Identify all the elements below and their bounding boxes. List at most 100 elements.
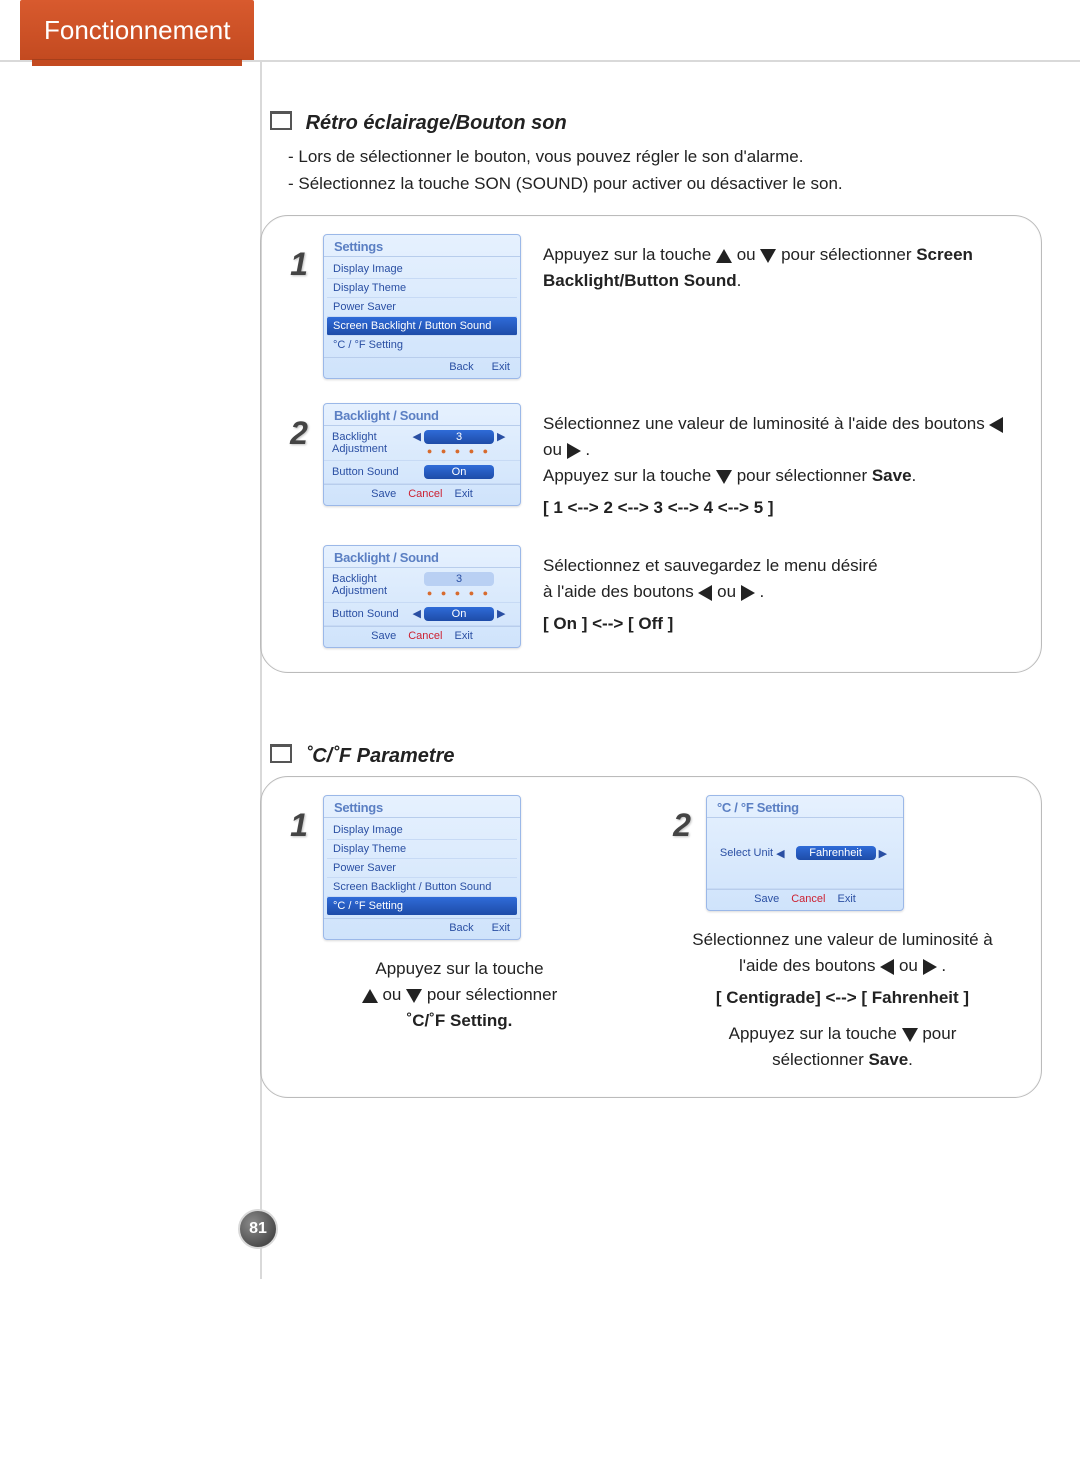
- menu-footer: Save Cancel Exit: [324, 626, 520, 647]
- menu-footer: Back Exit: [324, 357, 520, 378]
- screen-backlight-sound-1: Backlight / Sound Backlight Adjustment ◀…: [323, 403, 521, 506]
- card-cf: 1 Settings Display Image Display Theme P…: [260, 776, 1042, 1098]
- backlight-row: Backlight Adjustment 3 ● ● ● ● ●: [324, 568, 520, 603]
- back-label: Back: [449, 922, 473, 934]
- col2-desc: Sélectionnez une valeur de luminosité à …: [692, 927, 993, 1073]
- menu-item: Display Theme: [327, 840, 517, 859]
- sequence-text: [ 1 <--> 2 <--> 3 <--> 4 <--> 5 ]: [543, 495, 1021, 521]
- text: ou: [382, 985, 406, 1004]
- menu-item: °C / °F Setting: [327, 336, 517, 354]
- triangle-left-icon: ◀: [413, 607, 421, 620]
- menu-item: Power Saver: [327, 859, 517, 878]
- save-label: Save: [754, 893, 779, 905]
- select-label: Select Unit: [720, 847, 773, 859]
- intro-line-2: - Sélectionnez la touche SON (SOUND) pou…: [288, 170, 1060, 197]
- text: ou: [899, 956, 923, 975]
- select-unit-row: Select Unit ◀ Fahrenheit ▶: [707, 818, 903, 889]
- step-2-row: 2 Backlight / Sound Backlight Adjustment…: [281, 403, 1021, 521]
- sound-label: Button Sound: [332, 466, 406, 478]
- triangle-down-icon: [760, 249, 776, 263]
- text: sélectionner: [772, 1050, 868, 1069]
- triangle-right-icon: [923, 959, 937, 975]
- menu-item: Display Image: [327, 821, 517, 840]
- text: .: [908, 1050, 913, 1069]
- text: à l'aide des boutons: [543, 582, 698, 601]
- two-column-layout: 1 Settings Display Image Display Theme P…: [281, 795, 1021, 1073]
- exit-label: Exit: [492, 922, 510, 934]
- text: Sélectionnez une valeur de luminosité à: [692, 927, 993, 953]
- triangle-left-icon: ◀: [413, 430, 421, 443]
- level-dots-icon: ● ● ● ● ●: [406, 588, 512, 598]
- text: Appuyez sur la touche: [543, 466, 716, 485]
- section-title-text: ˚C/˚F Parametre: [306, 745, 455, 767]
- triangle-down-icon: [902, 1028, 918, 1042]
- triangle-right-icon: ▶: [497, 607, 505, 620]
- triangle-right-icon: ▶: [497, 430, 505, 443]
- text: Appuyez sur la touche: [362, 956, 558, 982]
- text: .: [737, 271, 742, 290]
- step-1-desc: Appuyez sur la touche ou pour sélectionn…: [521, 234, 1021, 294]
- text: pour sélectionner: [427, 985, 557, 1004]
- menu-list: Display Image Display Theme Power Saver …: [324, 257, 520, 357]
- screen-title: Settings: [324, 235, 520, 257]
- menu-footer: Save Cancel Exit: [707, 889, 903, 910]
- text: l'aide des boutons: [739, 956, 880, 975]
- cancel-label: Cancel: [791, 893, 825, 905]
- back-label: Back: [449, 361, 473, 373]
- text: pour sélectionner: [781, 245, 916, 264]
- bold-text: Save: [872, 466, 912, 485]
- step-3-row: Backlight / Sound Backlight Adjustment 3…: [281, 545, 1021, 648]
- text: Sélectionnez une valeur de luminosité à …: [543, 414, 989, 433]
- menu-footer: Back Exit: [324, 918, 520, 939]
- bold-text: Save: [868, 1050, 908, 1069]
- triangle-left-icon: [698, 585, 712, 601]
- step-number: 2: [664, 807, 700, 844]
- content-column: Rétro éclairage/Bouton son - Lors de sél…: [260, 110, 1060, 1128]
- triangle-down-icon: [406, 989, 422, 1003]
- text: Sélectionnez et sauvegardez le menu dési…: [543, 553, 1021, 579]
- cancel-label: Cancel: [408, 488, 442, 500]
- level-dots-icon: ● ● ● ● ●: [406, 446, 512, 456]
- exit-label: Exit: [454, 488, 472, 500]
- screen-title: Settings: [324, 796, 520, 818]
- col-2: 2 °C / °F Setting Select Unit ◀ Fahrenhe…: [664, 795, 1021, 1073]
- cancel-label: Cancel: [408, 630, 442, 642]
- triangle-right-icon: ▶: [879, 847, 887, 860]
- text: .: [760, 582, 765, 601]
- text: .: [912, 466, 917, 485]
- col1-desc: Appuyez sur la touche ou pour sélectionn…: [362, 956, 558, 1034]
- menu-item-selected: Screen Backlight / Button Sound: [327, 317, 517, 336]
- menu-item: Display Image: [327, 260, 517, 279]
- manual-page: Fonctionnement Rétro éclairage/Bouton so…: [0, 0, 1080, 1479]
- exit-label: Exit: [492, 361, 510, 373]
- screen-title: °C / °F Setting: [707, 796, 903, 818]
- page-number-badge: 81: [238, 1209, 278, 1249]
- triangle-right-icon: [741, 585, 755, 601]
- sound-value: On: [424, 607, 494, 621]
- section-intro: - Lors de sélectionner le bouton, vous p…: [288, 143, 1060, 197]
- toggle-text: [ Centigrade] <--> [ Fahrenheit ]: [692, 985, 993, 1011]
- text: .: [585, 440, 590, 459]
- section-title-text: Rétro éclairage/Bouton son: [306, 112, 567, 134]
- save-label: Save: [371, 630, 396, 642]
- sound-label: Button Sound: [332, 608, 406, 620]
- menu-item-selected: °C / °F Setting: [327, 897, 517, 915]
- header-tab: Fonctionnement: [20, 0, 254, 60]
- triangle-down-icon: [716, 470, 732, 484]
- sound-value: On: [424, 465, 494, 479]
- select-value: Fahrenheit: [796, 846, 876, 860]
- text: pour sélectionner: [737, 466, 872, 485]
- screen-title: Backlight / Sound: [324, 546, 520, 568]
- sound-row: Button Sound On: [324, 461, 520, 484]
- text: ou: [717, 582, 741, 601]
- triangle-left-icon: ◀: [776, 847, 784, 860]
- text: .: [941, 956, 946, 975]
- triangle-left-icon: [880, 959, 894, 975]
- exit-label: Exit: [454, 630, 472, 642]
- col-1: 1 Settings Display Image Display Theme P…: [281, 795, 638, 1073]
- text: pour: [922, 1024, 956, 1043]
- triangle-right-icon: [567, 443, 581, 459]
- step-1-row: 1 Settings Display Image Display Theme P…: [281, 234, 1021, 379]
- exit-label: Exit: [837, 893, 855, 905]
- menu-item: Power Saver: [327, 298, 517, 317]
